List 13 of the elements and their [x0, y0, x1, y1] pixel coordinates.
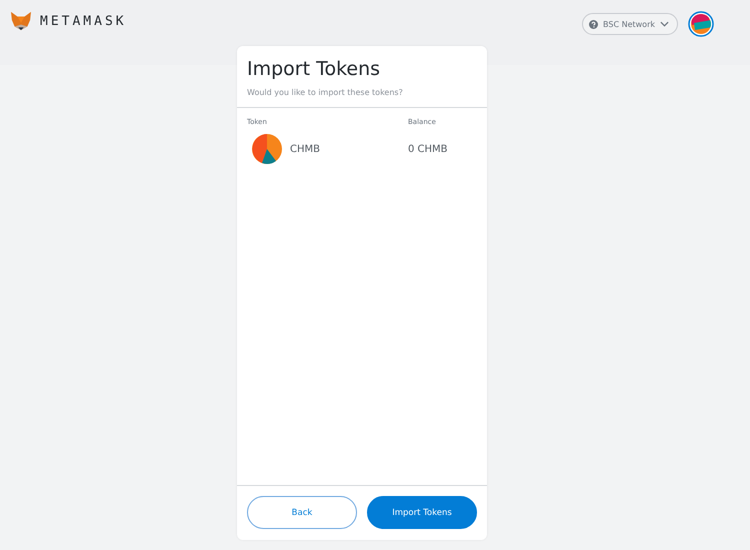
token-icon — [252, 134, 282, 164]
logo-text: METAMASK — [40, 14, 127, 28]
subtitle: Would you like to import these tokens? — [247, 88, 404, 97]
back-button[interactable]: Back — [247, 496, 357, 529]
chevron-icon — [660, 21, 669, 27]
network-dropdown[interactable]: BSC Network — [582, 13, 678, 35]
token-symbol: CHMB — [290, 144, 320, 154]
help-icon — [589, 20, 598, 28]
token-balance: 0 CHMB — [408, 144, 448, 154]
page-title: Import Tokens — [247, 58, 382, 80]
account-avatar[interactable] — [688, 11, 714, 37]
import-button[interactable]: Import Tokens — [367, 496, 477, 529]
fox-icon — [10, 11, 32, 31]
